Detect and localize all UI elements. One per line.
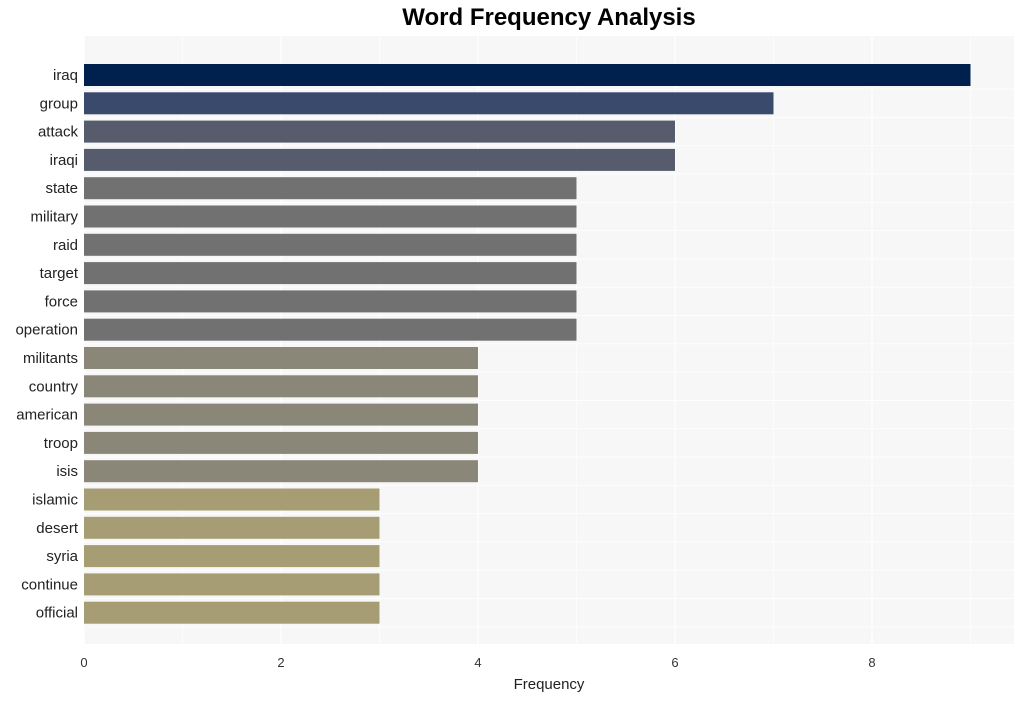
category-label: troop xyxy=(44,435,78,452)
x-tick-label: 6 xyxy=(671,655,678,670)
category-label: official xyxy=(36,605,78,622)
bar-country xyxy=(84,375,478,398)
bar-iraq xyxy=(84,64,971,86)
bar-official xyxy=(84,601,380,624)
bar-operation xyxy=(84,318,577,341)
bar-group xyxy=(84,92,774,115)
category-label: state xyxy=(45,180,78,197)
bar-troop xyxy=(84,431,478,454)
category-label: group xyxy=(40,95,78,112)
category-label: raid xyxy=(53,237,78,254)
category-label: iraq xyxy=(53,67,78,84)
bar-chart: iraq group attack iraqi state military raid tar… xyxy=(15,36,1014,693)
x-tick-label: 4 xyxy=(474,655,481,670)
category-label: desert xyxy=(36,520,79,537)
bar-continue xyxy=(84,573,380,596)
category-labels: iraq group attack iraqi state military raid tar… xyxy=(15,67,78,622)
category-label: attack xyxy=(38,124,79,141)
bar-militants xyxy=(84,347,478,369)
bar-target xyxy=(84,262,577,285)
category-label: operation xyxy=(15,322,78,339)
category-label: iraqi xyxy=(50,152,78,169)
x-tick-label: 0 xyxy=(80,655,87,670)
bar-raid xyxy=(84,233,577,256)
x-tick-label: 8 xyxy=(868,655,875,670)
category-label: target xyxy=(40,265,79,282)
bar-iraqi xyxy=(84,148,675,171)
bar-isis xyxy=(84,460,478,483)
category-label: militants xyxy=(23,350,78,367)
category-label: continue xyxy=(21,576,78,593)
x-tick-label: 2 xyxy=(277,655,284,670)
bar-syria xyxy=(84,545,380,568)
category-label: islamic xyxy=(32,492,78,509)
category-label: american xyxy=(16,407,78,424)
x-tick-labels: 0 2 4 6 8 xyxy=(80,655,875,670)
category-label: syria xyxy=(46,548,78,565)
bar-attack xyxy=(84,120,675,143)
bar-military xyxy=(84,205,577,228)
category-label: isis xyxy=(56,463,78,480)
bar-force xyxy=(84,290,577,313)
category-label: country xyxy=(29,378,79,395)
bar-american xyxy=(84,403,478,426)
bar-desert xyxy=(84,516,380,539)
bar-state xyxy=(84,177,577,200)
x-axis-title: Frequency xyxy=(514,676,585,693)
category-label: force xyxy=(45,293,78,310)
bar-islamic xyxy=(84,488,380,511)
category-label: military xyxy=(31,209,79,226)
